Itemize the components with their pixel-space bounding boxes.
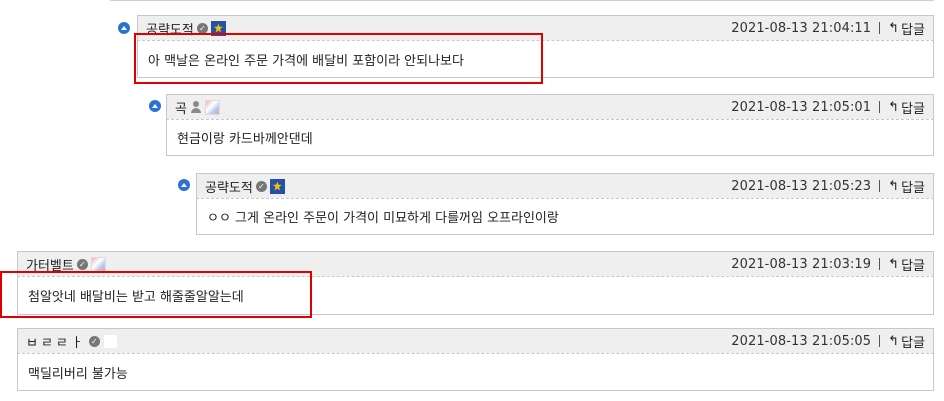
upvote-icon[interactable] xyxy=(149,100,161,112)
reply-button[interactable]: ↰ 답글 xyxy=(888,255,925,274)
upvote-icon[interactable] xyxy=(178,179,190,191)
reply-label: 답글 xyxy=(901,22,925,38)
star-badge-icon xyxy=(269,178,285,194)
comment-author[interactable]: 공략도적 ✓ xyxy=(205,177,285,196)
comment-1: 공략도적 ✓ 2021-08-13 21:04:11 ↰ 답글 아 맥날은 온라인… xyxy=(137,15,934,78)
divider xyxy=(879,22,881,34)
reply-label: 답글 xyxy=(901,101,925,117)
comment-5: ㅂㄹㄹㅏ ✓ 2021-08-13 21:05:05 ↰ 답글 맥딜리버리 불가능 xyxy=(17,328,934,391)
reply-label: 답글 xyxy=(901,180,925,196)
comment-date: 2021-08-13 21:05:01 xyxy=(731,99,872,115)
comment-text: 첨알앗네 배달비는 받고 해줄줄알알는데 xyxy=(28,290,244,305)
divider xyxy=(879,180,881,192)
reply-button[interactable]: ↰ 답글 xyxy=(888,19,925,38)
comment-author[interactable]: 곡 xyxy=(175,98,220,117)
verified-icon: ✓ xyxy=(76,258,88,270)
image-badge-icon xyxy=(90,256,106,272)
comment-header: 공략도적 ✓ 2021-08-13 21:04:11 ↰ 답글 xyxy=(137,15,934,40)
reply-arrow-icon: ↰ xyxy=(888,333,900,349)
comment-header: 가터벨트 ✓ 2021-08-13 21:03:19 ↰ 답글 xyxy=(17,251,934,276)
comment-body: 현금이랑 카드바께안댄데 xyxy=(166,119,934,156)
comment-text: 아 맥날은 온라인 주문 가격에 배달비 포함이라 안되나보다 xyxy=(148,53,464,69)
verified-icon: ✓ xyxy=(196,22,208,34)
image-badge-icon xyxy=(204,99,220,115)
comment-3: 공략도적 ✓ 2021-08-13 21:05:23 ↰ 답글 ㅇㅇ 그게 온라인… xyxy=(196,173,934,235)
comment-author[interactable]: 공략도적 ✓ xyxy=(146,19,226,38)
comment-header: ㅂㄹㄹㅏ ✓ 2021-08-13 21:05:05 ↰ 답글 xyxy=(17,328,934,353)
verified-icon: ✓ xyxy=(88,335,100,347)
verified-icon: ✓ xyxy=(255,180,267,192)
upvote-icon[interactable] xyxy=(118,22,130,34)
reply-arrow-icon: ↰ xyxy=(888,99,900,115)
divider xyxy=(879,258,881,270)
author-name[interactable]: ㅂㄹㄹㅏ xyxy=(26,332,86,351)
comment-body: ㅇㅇ 그게 온라인 주문이 가격이 미묘하게 다를꺼임 오프라인이랑 xyxy=(196,198,934,235)
person-icon xyxy=(190,101,202,113)
reply-arrow-icon: ↰ xyxy=(888,256,900,272)
comment-author[interactable]: ㅂㄹㄹㅏ ✓ xyxy=(26,332,118,351)
reply-label: 답글 xyxy=(901,335,925,351)
author-name[interactable]: 공략도적 xyxy=(205,177,253,196)
comment-date: 2021-08-13 21:05:23 xyxy=(731,178,872,194)
reply-arrow-icon: ↰ xyxy=(888,178,900,194)
blank-badge xyxy=(102,333,118,349)
comment-header: 곡 2021-08-13 21:05:01 ↰ 답글 xyxy=(166,94,934,119)
comment-body: 맥딜리버리 불가능 xyxy=(17,353,934,391)
comment-body: 아 맥날은 온라인 주문 가격에 배달비 포함이라 안되나보다 xyxy=(137,40,934,78)
comment-2: 곡 2021-08-13 21:05:01 ↰ 답글 현금이랑 카드바께안댄데 xyxy=(166,94,934,156)
top-divider xyxy=(110,0,934,1)
comment-text: 현금이랑 카드바께안댄데 xyxy=(177,132,313,147)
author-name[interactable]: 곡 xyxy=(175,98,187,117)
divider xyxy=(879,101,881,113)
reply-button[interactable]: ↰ 답글 xyxy=(888,98,925,117)
star-badge-icon xyxy=(210,20,226,36)
comment-body: 첨알앗네 배달비는 받고 해줄줄알알는데 xyxy=(17,276,934,315)
reply-label: 답글 xyxy=(901,258,925,274)
comment-date: 2021-08-13 21:05:05 xyxy=(731,333,872,349)
comment-text: 맥딜리버리 불가능 xyxy=(28,366,128,382)
reply-button[interactable]: ↰ 답글 xyxy=(888,177,925,196)
comment-header: 공략도적 ✓ 2021-08-13 21:05:23 ↰ 답글 xyxy=(196,173,934,198)
reply-arrow-icon: ↰ xyxy=(888,20,900,36)
divider xyxy=(879,335,881,347)
comment-date: 2021-08-13 21:03:19 xyxy=(731,256,872,272)
comment-date: 2021-08-13 21:04:11 xyxy=(731,20,872,36)
comment-4: 가터벨트 ✓ 2021-08-13 21:03:19 ↰ 답글 첨알앗네 배달비는… xyxy=(17,251,934,315)
reply-button[interactable]: ↰ 답글 xyxy=(888,332,925,351)
author-name[interactable]: 가터벨트 xyxy=(26,255,74,274)
author-name[interactable]: 공략도적 xyxy=(146,19,194,38)
comment-author[interactable]: 가터벨트 ✓ xyxy=(26,255,106,274)
comment-text: ㅇㅇ 그게 온라인 주문이 가격이 미묘하게 다를꺼임 오프라인이랑 xyxy=(207,211,559,226)
